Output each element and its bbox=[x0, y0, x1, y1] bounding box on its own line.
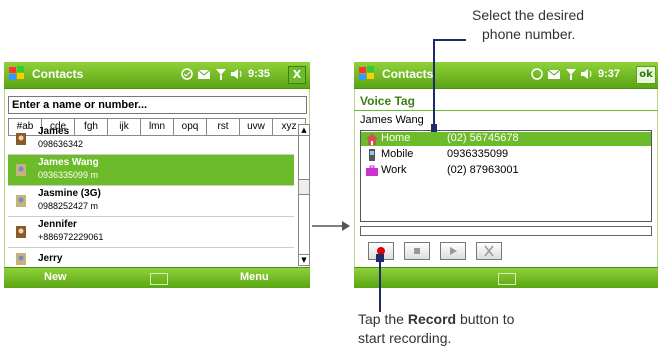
phone-label: Mobile bbox=[381, 148, 414, 160]
scroll-up-arrow[interactable]: ▲ bbox=[299, 125, 309, 136]
callout-line: Tap the Record button to bbox=[358, 310, 514, 329]
contact-row[interactable]: Jennifer +886972229061 bbox=[8, 217, 294, 248]
close-button[interactable]: X bbox=[288, 66, 306, 84]
contact-row-selected[interactable]: James Wang 0936335099 m bbox=[8, 155, 294, 186]
volume-icon[interactable] bbox=[580, 67, 594, 81]
callout-select-phone: Select the desired phone number. bbox=[472, 6, 584, 44]
clock[interactable]: 9:35 bbox=[248, 68, 270, 80]
app-title: Contacts bbox=[382, 67, 434, 81]
scroll-thumb[interactable] bbox=[299, 179, 309, 195]
play-icon bbox=[450, 247, 457, 255]
contact-card-icon bbox=[16, 226, 26, 238]
contact-number: 0936335099 m bbox=[38, 170, 99, 180]
keyboard-icon[interactable] bbox=[498, 273, 516, 285]
home-icon bbox=[366, 133, 378, 145]
keyboard-icon[interactable] bbox=[150, 273, 168, 285]
windows-start-icon[interactable] bbox=[358, 65, 376, 83]
callout-record: Tap the Record button to start recording… bbox=[358, 310, 514, 348]
contacts-scrollbar[interactable]: ▲ ▼ bbox=[298, 124, 310, 266]
work-icon bbox=[366, 165, 378, 176]
contact-number: +886972229061 bbox=[38, 232, 104, 242]
volume-icon[interactable] bbox=[230, 67, 244, 81]
contact-card-icon bbox=[16, 195, 26, 207]
contact-name: James Wang bbox=[360, 114, 424, 126]
contact-name: Jerry bbox=[38, 253, 63, 264]
sync-icon[interactable] bbox=[180, 67, 194, 81]
callout-line: Select the desired bbox=[472, 7, 585, 23]
phone-label: Work bbox=[381, 164, 407, 176]
contact-row[interactable]: James 098636342 bbox=[8, 124, 294, 155]
contact-number: 098636342 bbox=[38, 139, 84, 149]
play-button[interactable] bbox=[440, 242, 466, 260]
title-bar: Contacts 9:35 X bbox=[4, 62, 310, 89]
new-button[interactable]: New bbox=[44, 271, 67, 283]
ok-button[interactable]: ok bbox=[636, 66, 656, 84]
phone-row-mobile[interactable]: Mobile 0936335099 bbox=[361, 148, 651, 162]
contact-name: James bbox=[38, 126, 70, 137]
phone-label: Home bbox=[381, 132, 411, 144]
callout-bold-text: Record bbox=[407, 311, 457, 327]
contact-number: 0988252427 m bbox=[38, 201, 99, 211]
stop-button[interactable] bbox=[404, 242, 430, 260]
recording-progress-bar bbox=[360, 226, 652, 236]
delete-icon bbox=[484, 245, 494, 257]
contact-card-icon bbox=[16, 133, 26, 145]
arrow-right-icon bbox=[312, 221, 350, 231]
callout-pointer-bottom bbox=[376, 254, 384, 312]
contact-name: Jennifer bbox=[38, 219, 77, 230]
contacts-screen: Contacts 9:35 X Enter a name or number..… bbox=[4, 62, 310, 288]
phone-number: 0936335099 bbox=[447, 148, 509, 160]
callout-text: Tap the bbox=[358, 311, 408, 327]
menu-bar: New Menu bbox=[4, 267, 310, 288]
signal-icon[interactable] bbox=[564, 67, 578, 81]
contact-row[interactable]: Jasmine (3G) 0988252427 m bbox=[8, 186, 294, 217]
contact-name: Jasmine (3G) bbox=[38, 188, 101, 199]
contact-name: James Wang bbox=[38, 157, 99, 168]
delete-button[interactable] bbox=[476, 242, 502, 260]
menu-bar bbox=[354, 267, 658, 288]
message-icon[interactable] bbox=[197, 67, 211, 81]
phone-number: (02) 87963001 bbox=[447, 164, 519, 176]
windows-start-icon[interactable] bbox=[8, 65, 26, 83]
app-title: Contacts bbox=[32, 67, 84, 81]
stop-icon bbox=[414, 248, 420, 254]
contact-card-icon bbox=[16, 253, 26, 265]
phone-row-home[interactable]: Home (02) 56745678 bbox=[361, 132, 651, 146]
mobile-icon bbox=[369, 149, 375, 161]
contact-row[interactable]: Jerry bbox=[8, 248, 294, 266]
menu-button[interactable]: Menu bbox=[240, 271, 269, 283]
callout-line: phone number. bbox=[482, 26, 576, 42]
callout-text: button to bbox=[456, 311, 515, 327]
clock[interactable]: 9:37 bbox=[598, 68, 620, 80]
voice-tag-heading: Voice Tag bbox=[360, 94, 415, 108]
callout-line: start recording. bbox=[358, 330, 452, 346]
phone-list: Home (02) 56745678 Mobile 0936335099 Wor… bbox=[360, 130, 652, 222]
contact-card-icon bbox=[16, 164, 26, 176]
signal-icon[interactable] bbox=[214, 67, 228, 81]
title-bar: Contacts 9:37 ok bbox=[354, 62, 658, 89]
search-input[interactable]: Enter a name or number... bbox=[8, 96, 307, 114]
voice-tag-screen: Contacts 9:37 ok Voice Tag James Wang Ho… bbox=[354, 62, 658, 288]
scroll-down-arrow[interactable]: ▼ bbox=[299, 254, 309, 265]
sync-icon[interactable] bbox=[530, 67, 544, 81]
message-icon[interactable] bbox=[547, 67, 561, 81]
phone-row-work[interactable]: Work (02) 87963001 bbox=[361, 164, 651, 178]
divider bbox=[354, 110, 658, 111]
callout-pointer-top bbox=[431, 39, 466, 132]
